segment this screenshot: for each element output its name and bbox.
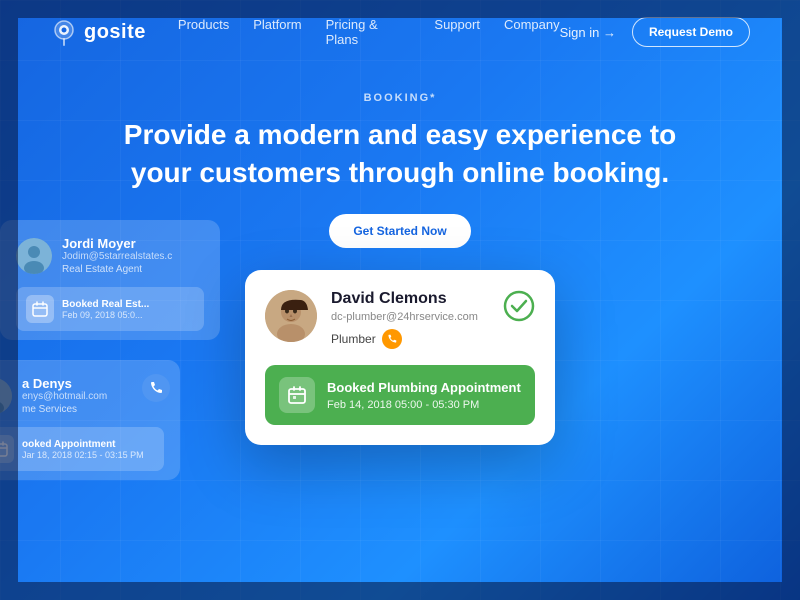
- right-card-phone-button[interactable]: [142, 374, 170, 402]
- right-card-user-row: a Denys enys@hotmail.com me Services: [0, 376, 164, 415]
- nav-links: Products Platform Pricing & Plans Suppor…: [178, 17, 560, 47]
- logo-area[interactable]: gosite: [50, 18, 146, 46]
- left-card-role: Real Estate Agent: [62, 264, 204, 275]
- popup-avatar: [265, 290, 317, 342]
- left-card-booking: Booked Real Est... Feb 09, 2018 05:0...: [16, 287, 204, 331]
- hero-label: BOOKING*: [0, 92, 800, 104]
- hero-title-line2: your customers through online booking.: [131, 157, 669, 188]
- phone-icon: [149, 381, 163, 395]
- right-card-booking: ooked Appointment Jar 18, 2018 02:15 - 0…: [0, 427, 164, 471]
- left-booking-text: Booked Real Est... Feb 09, 2018 05:0...: [62, 299, 194, 320]
- popup-phone-icon[interactable]: [382, 329, 402, 349]
- popup-card: David Clemons dc-plumber@24hrservice.com…: [245, 270, 555, 445]
- nav-company[interactable]: Company: [504, 17, 560, 47]
- left-card-email: Jodim@5starrealstates.c: [62, 251, 204, 262]
- left-booking-date: Feb 09, 2018 05:0...: [62, 310, 194, 320]
- popup-booking-text: Booked Plumbing Appointment Feb 14, 2018…: [327, 380, 521, 411]
- nav-right: Sign in → Request Demo: [560, 17, 750, 47]
- hero-title-line1: Provide a modern and easy experience to: [124, 119, 676, 150]
- popup-user-role: Plumber: [331, 332, 376, 346]
- right-booking-text: ooked Appointment Jar 18, 2018 02:15 - 0…: [22, 439, 154, 460]
- nav-products[interactable]: Products: [178, 17, 229, 47]
- hero-section: BOOKING* Provide a modern and easy exper…: [0, 64, 800, 248]
- sign-in-link[interactable]: Sign in →: [560, 25, 616, 40]
- right-user-card: a Denys enys@hotmail.com me Services ook…: [0, 360, 180, 480]
- popup-booking-date: Feb 14, 2018 05:00 - 05:30 PM: [327, 399, 521, 411]
- popup-header: David Clemons dc-plumber@24hrservice.com…: [265, 290, 535, 349]
- popup-avatar-image: [265, 290, 317, 342]
- right-booking-icon-box: [0, 435, 14, 463]
- popup-calendar-icon: [287, 385, 307, 405]
- popup-booking-icon: [279, 377, 315, 413]
- popup-user-info: David Clemons dc-plumber@24hrservice.com…: [331, 290, 489, 349]
- verified-check-icon: [503, 290, 535, 322]
- popup-booking-title: Booked Plumbing Appointment: [327, 380, 521, 395]
- nav-pricing[interactable]: Pricing & Plans: [326, 17, 411, 47]
- request-demo-button[interactable]: Request Demo: [632, 17, 750, 47]
- left-booking-icon-box: [26, 295, 54, 323]
- gosite-logo-icon: [50, 18, 78, 46]
- popup-phone-svg: [387, 334, 397, 344]
- get-started-button[interactable]: Get Started Now: [329, 214, 470, 248]
- navbar: gosite Products Platform Pricing & Plans…: [0, 0, 800, 64]
- popup-user-email: dc-plumber@24hrservice.com: [331, 311, 489, 323]
- hero-title: Provide a modern and easy experience to …: [0, 116, 800, 192]
- right-avatar-image: [0, 378, 12, 414]
- nav-support[interactable]: Support: [434, 17, 480, 47]
- calendar-icon: [32, 301, 48, 317]
- nav-platform[interactable]: Platform: [253, 17, 301, 47]
- right-card-avatar: [0, 378, 12, 414]
- right-booking-title: ooked Appointment: [22, 439, 154, 450]
- logo-text: gosite: [84, 21, 146, 44]
- popup-booking-row: Booked Plumbing Appointment Feb 14, 2018…: [265, 365, 535, 425]
- popup-role-row: Plumber: [331, 329, 489, 349]
- main-container: gosite Products Platform Pricing & Plans…: [0, 0, 800, 600]
- right-card-role: me Services: [22, 404, 164, 415]
- right-booking-date: Jar 18, 2018 02:15 - 03:15 PM: [22, 450, 154, 460]
- left-booking-title: Booked Real Est...: [62, 299, 194, 310]
- popup-user-name: David Clemons: [331, 290, 489, 308]
- calendar-icon-right: [0, 441, 8, 457]
